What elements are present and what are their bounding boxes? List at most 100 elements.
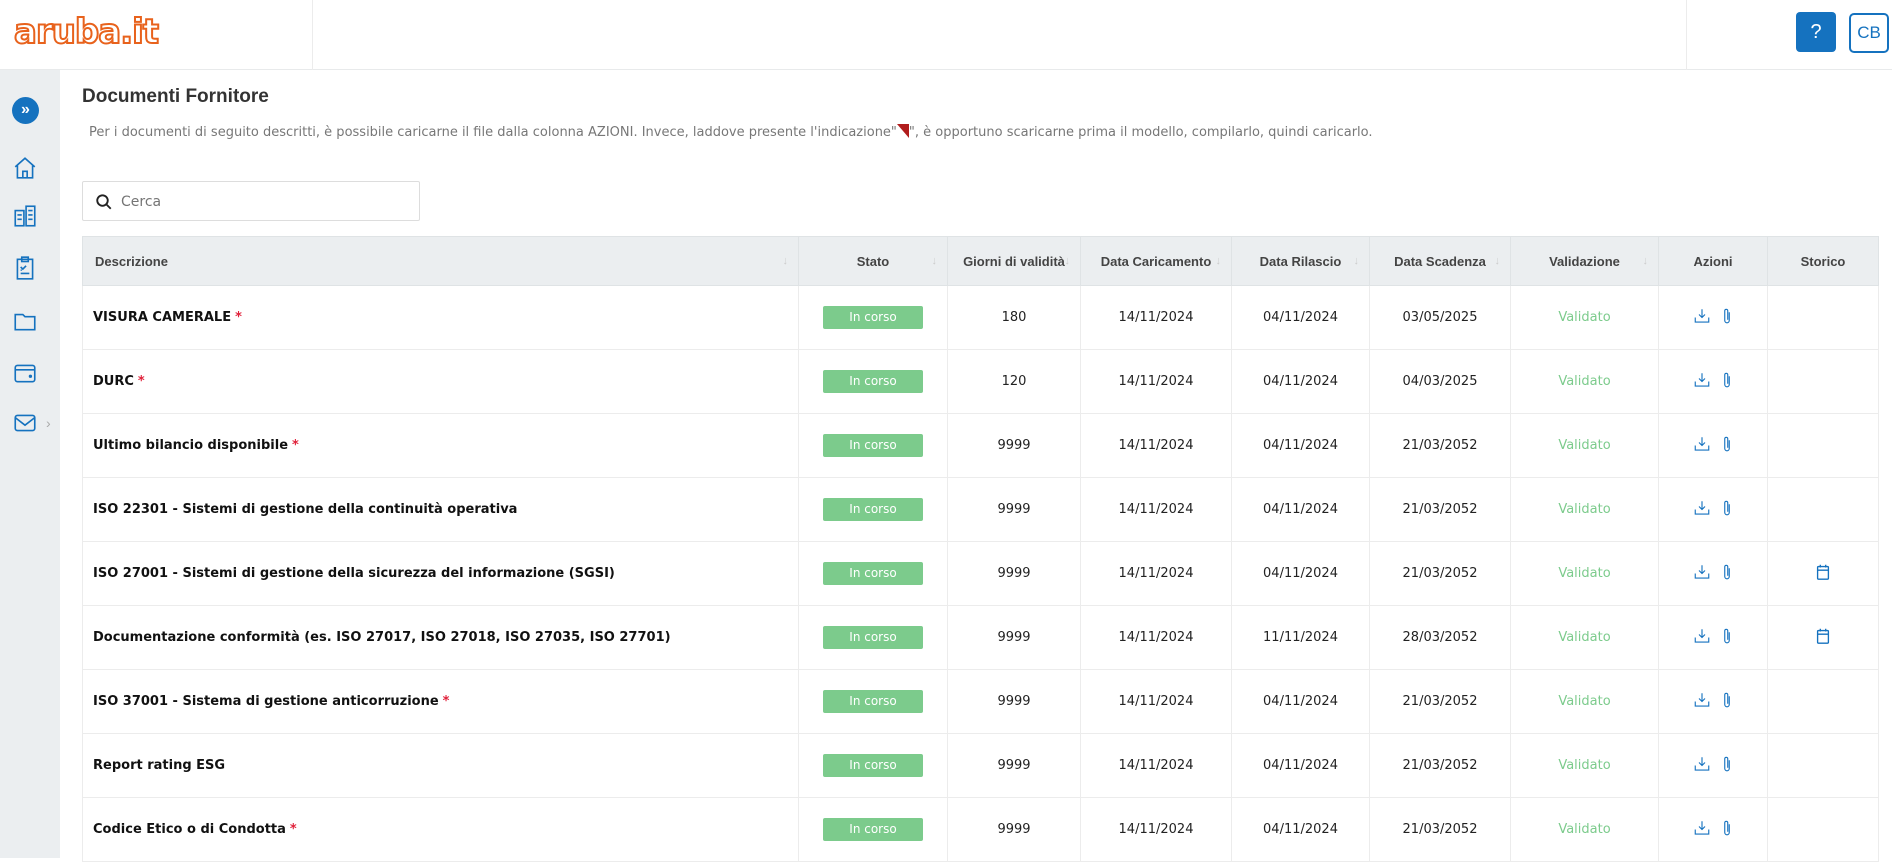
folder-icon[interactable]	[12, 308, 38, 334]
cell-descrizione: ISO 27001 - Sistemi di gestione della si…	[82, 541, 799, 606]
search-icon	[96, 194, 112, 210]
document-name: Ultimo bilancio disponibile	[93, 438, 289, 453]
wallet-icon[interactable]	[12, 360, 38, 386]
cell-descrizione: ISO 22301 - Sistemi di gestione della co…	[82, 477, 799, 542]
cell-validazione: Validato	[1510, 541, 1659, 606]
home-icon[interactable]	[12, 155, 38, 181]
required-marker: *	[292, 438, 299, 453]
column-header-label: Stato	[856, 253, 890, 269]
cell-giorni: 9999	[947, 669, 1081, 734]
cell-data-caricamento: 14/11/2024	[1080, 541, 1232, 606]
cell-validazione: Validato	[1510, 669, 1659, 734]
attachment-icon[interactable]	[1721, 755, 1733, 777]
cell-stato: In corso	[798, 797, 948, 862]
download-icon[interactable]	[1693, 627, 1711, 649]
cell-data-rilascio: 04/11/2024	[1231, 285, 1370, 350]
column-header-label: Data Rilascio	[1259, 253, 1342, 269]
cell-data-scadenza: 04/03/2025	[1369, 349, 1511, 414]
download-icon[interactable]	[1693, 691, 1711, 713]
cell-giorni: 120	[947, 349, 1081, 414]
sort-icon[interactable]: ↓	[783, 254, 789, 269]
description-text: Per i documenti di seguito descritti, è …	[89, 125, 897, 140]
aruba-logo[interactable]: aruba.it	[13, 11, 160, 53]
cell-descrizione: Documentazione conformità (es. ISO 27017…	[82, 605, 799, 670]
cell-stato: In corso	[798, 285, 948, 350]
divider	[312, 0, 313, 70]
validation-status: Validato	[1558, 502, 1611, 517]
cell-descrizione: VISURA CAMERALE *	[82, 285, 799, 350]
download-icon[interactable]	[1693, 307, 1711, 329]
validation-status: Validato	[1558, 694, 1611, 709]
attachment-icon[interactable]	[1721, 691, 1733, 713]
table-row: ISO 22301 - Sistemi di gestione della co…	[82, 477, 1879, 542]
calendar-icon[interactable]	[1815, 627, 1831, 649]
cell-data-scadenza: 21/03/2052	[1369, 797, 1511, 862]
download-icon[interactable]	[1693, 435, 1711, 457]
column-header-label: Giorni di validità	[963, 253, 1065, 269]
status-badge: In corso	[823, 754, 923, 777]
calendar-icon[interactable]	[1815, 563, 1831, 585]
column-header: Azioni	[1658, 236, 1768, 286]
column-header[interactable]: Data Scadenza ↓	[1369, 236, 1511, 286]
expand-icon[interactable]: »	[12, 97, 39, 124]
status-badge: In corso	[823, 434, 923, 457]
sort-icon[interactable]: ↓	[1354, 254, 1360, 269]
sort-icon[interactable]: ↓	[1643, 254, 1649, 269]
download-icon[interactable]	[1693, 819, 1711, 841]
cell-data-scadenza: 21/03/2052	[1369, 733, 1511, 798]
document-name: ISO 37001 - Sistema di gestione anticorr…	[93, 694, 439, 709]
document-name: ISO 27001 - Sistemi di gestione della si…	[93, 566, 615, 581]
cell-data-caricamento: 14/11/2024	[1080, 605, 1232, 670]
table-row: Codice Etico o di Condotta * In corso 999…	[82, 797, 1879, 862]
column-header[interactable]: Giorni di validità ↓	[947, 236, 1081, 286]
table-row: Report rating ESG In corso 9999 14/11/20…	[82, 733, 1879, 798]
required-marker: *	[442, 694, 450, 709]
help-button[interactable]: ?	[1796, 12, 1836, 52]
column-header[interactable]: Stato ↓	[798, 236, 948, 286]
attachment-icon[interactable]	[1721, 819, 1733, 841]
download-icon[interactable]	[1693, 563, 1711, 585]
cell-descrizione: Ultimo bilancio disponibile *	[82, 413, 799, 478]
download-icon[interactable]	[1693, 499, 1711, 521]
attachment-icon[interactable]	[1721, 371, 1733, 393]
attachment-icon[interactable]	[1721, 563, 1733, 585]
cell-storico	[1767, 797, 1879, 862]
cell-azioni	[1658, 285, 1768, 350]
document-name: Documentazione conformità (es. ISO 27017…	[93, 630, 671, 645]
download-icon[interactable]	[1693, 755, 1711, 777]
cell-data-rilascio: 11/11/2024	[1231, 605, 1370, 670]
column-header[interactable]: Data Caricamento ↓	[1080, 236, 1232, 286]
attachment-icon[interactable]	[1721, 307, 1733, 329]
required-marker: *	[289, 822, 297, 837]
cell-azioni	[1658, 669, 1768, 734]
cell-data-rilascio: 04/11/2024	[1231, 349, 1370, 414]
cell-data-rilascio: 04/11/2024	[1231, 797, 1370, 862]
attachment-icon[interactable]	[1721, 435, 1733, 457]
search-box[interactable]	[82, 181, 420, 221]
sort-icon[interactable]: ↓	[932, 254, 938, 269]
user-avatar-button[interactable]: CB	[1849, 13, 1889, 53]
attachment-icon[interactable]	[1721, 499, 1733, 521]
mail-icon[interactable]	[12, 410, 38, 436]
validation-status: Validato	[1558, 310, 1611, 325]
chevron-right-icon[interactable]: ›	[46, 415, 51, 431]
attachment-icon[interactable]	[1721, 627, 1733, 649]
column-header[interactable]: Descrizione ↓	[82, 236, 799, 286]
sort-icon[interactable]: ↓	[1495, 254, 1501, 269]
download-icon[interactable]	[1693, 371, 1711, 393]
column-header[interactable]: Validazione ↓	[1510, 236, 1659, 286]
cell-data-caricamento: 14/11/2024	[1080, 733, 1232, 798]
column-header[interactable]: Data Rilascio ↓	[1231, 236, 1370, 286]
cell-descrizione: ISO 37001 - Sistema di gestione anticorr…	[82, 669, 799, 734]
table-row: DURC * In corso 120 14/11/2024 04/11/2024…	[82, 349, 1879, 414]
sort-icon[interactable]: ↓	[1065, 254, 1071, 269]
sort-icon[interactable]: ↓	[1216, 254, 1222, 269]
cell-giorni: 9999	[947, 797, 1081, 862]
building-icon[interactable]	[12, 203, 38, 229]
cell-storico	[1767, 413, 1879, 478]
search-input[interactable]	[121, 190, 401, 214]
documents-table: Descrizione ↓ Stato ↓ Giorni di validità ↓ Dat…	[82, 236, 1879, 862]
template-flag-icon	[896, 124, 909, 138]
clipboard-icon[interactable]	[12, 255, 38, 281]
required-marker: *	[235, 310, 242, 325]
